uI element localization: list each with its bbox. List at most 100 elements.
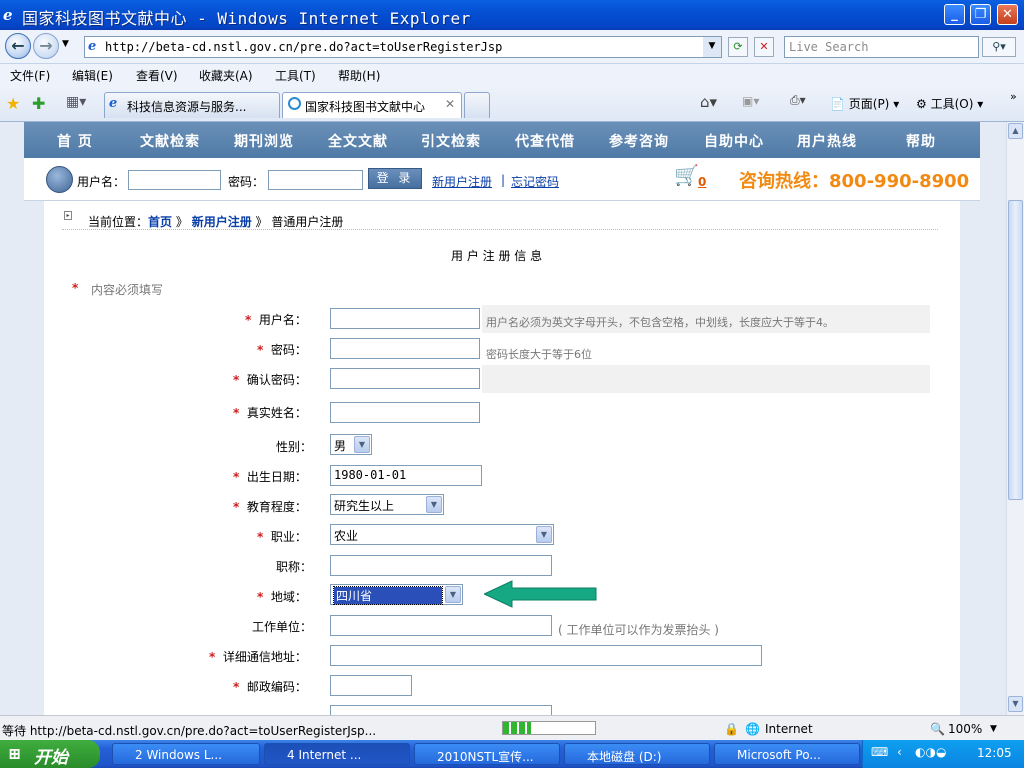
username-label: 用户名： (77, 175, 126, 189)
login-password-input[interactable] (268, 170, 363, 190)
next-input-partial[interactable] (330, 705, 552, 715)
quick-tabs-icon[interactable]: ▦▾ (66, 94, 86, 110)
tools-menu[interactable]: ⚙ 工具(O) ▾ (916, 95, 983, 112)
status-bar: 等待 http://beta-cd.nstl.gov.cn/pre.do?act… (0, 715, 1024, 740)
minimize-button[interactable]: _ (944, 4, 965, 25)
address-input[interactable] (330, 645, 762, 666)
forward-button[interactable]: → (33, 33, 59, 59)
education-select[interactable]: 研究生以上 ▼ (330, 494, 444, 515)
start-button[interactable]: ⊞ 开始 (0, 740, 100, 768)
nav-fulltext[interactable]: 全文文献 (328, 131, 388, 151)
hotline-text: 咨询热线：800-990-8900 (739, 171, 970, 192)
breadcrumb-register-link[interactable]: 新用户注册 (192, 215, 252, 229)
task-windows-live[interactable]: 2 Windows L... (112, 743, 260, 765)
region-field-label: 地域： (270, 590, 307, 604)
chevron-down-icon[interactable]: ▼ (445, 586, 461, 603)
task-folder-2010nstl[interactable]: 2010NSTL宣传... (414, 743, 560, 765)
task-internet-explorer[interactable]: 4 Internet ... (264, 743, 410, 765)
home-icon[interactable]: ⌂▾ (700, 93, 717, 111)
address-bar[interactable]: e http://beta-cd.nstl.gov.cn/pre.do?act=… (84, 36, 722, 58)
menu-edit[interactable]: 编辑(E) (72, 67, 113, 84)
task-powerpoint[interactable]: Microsoft Po... (714, 743, 860, 765)
add-favorite-icon[interactable]: ✚ (32, 94, 45, 113)
stop-icon[interactable]: ✕ (754, 37, 774, 57)
search-input[interactable]: Live Search (784, 36, 979, 58)
tray-expand-icon[interactable]: ‹ (897, 745, 902, 759)
login-button[interactable]: 登 录 (368, 168, 422, 189)
nav-selfservice[interactable]: 自助中心 (704, 131, 764, 151)
gender-select[interactable]: 男 ▼ (330, 434, 372, 455)
zoom-level[interactable]: 100% (948, 722, 982, 736)
window-title: 国家科技图书文献中心 - Windows Internet Explorer (22, 9, 471, 28)
zoom-icon[interactable]: 🔍 (930, 722, 945, 736)
occupation-field-label: 职业： (270, 530, 307, 544)
nav-citation[interactable]: 引文检索 (421, 131, 481, 151)
history-dropdown-icon[interactable]: ▼ (62, 39, 69, 49)
tab-nstl-resources[interactable]: e 科技信息资源与服务... (104, 92, 280, 118)
username-row-label: * 用户名： (245, 313, 307, 327)
chevron-down-icon[interactable]: ▼ (354, 436, 370, 453)
cart-count[interactable]: 0 (698, 175, 706, 189)
menu-tools[interactable]: 工具(T) (275, 67, 316, 84)
chevron-more-icon[interactable]: » (1010, 90, 1017, 103)
cart-icon[interactable]: 🛒 (674, 163, 699, 187)
refresh-icon[interactable]: ⟳ (728, 37, 748, 57)
region-select[interactable]: 四川省 ▼ (330, 584, 463, 605)
birthdate-input[interactable]: 1980-01-01 (330, 465, 482, 486)
address-url[interactable]: http://beta-cd.nstl.gov.cn/pre.do?act=to… (105, 40, 502, 54)
chevron-down-icon[interactable]: ▼ (536, 526, 552, 543)
favorites-star-icon[interactable]: ★ (6, 94, 20, 113)
title-input[interactable] (330, 555, 552, 576)
feeds-icon[interactable]: ▣▾ (742, 94, 759, 108)
password-input[interactable] (330, 338, 480, 359)
maximize-button[interactable]: ❐ (970, 4, 991, 25)
menu-view[interactable]: 查看(V) (136, 67, 178, 84)
chevron-down-icon[interactable]: ▼ (426, 496, 442, 513)
nav-help[interactable]: 帮助 (906, 131, 936, 151)
tray-app-icons[interactable]: ◐◑◒ (915, 745, 946, 759)
password-field-label: 密码： (270, 343, 307, 357)
task-label: 4 Internet ... (287, 748, 362, 762)
nav-journals[interactable]: 期刊浏览 (234, 131, 294, 151)
scroll-thumb[interactable] (1008, 200, 1023, 500)
occupation-select[interactable]: 农业 ▼ (330, 524, 554, 545)
nav-search[interactable]: 文献检索 (140, 131, 200, 151)
realname-input[interactable] (330, 402, 480, 423)
nav-hotline[interactable]: 用户热线 (797, 131, 857, 151)
scroll-down-icon[interactable]: ▼ (1008, 696, 1023, 712)
keyboard-icon[interactable]: ⌨ (871, 745, 888, 759)
menu-file[interactable]: 文件(F) (10, 67, 50, 84)
close-tab-icon[interactable]: ✕ (445, 97, 455, 111)
zoom-dropdown-icon[interactable]: ▼ (990, 724, 997, 734)
tab-nstl-home[interactable]: 国家科技图书文献中心 ✕ (282, 92, 462, 118)
search-icon[interactable]: ⚲▾ (982, 37, 1016, 57)
user-avatar-icon (46, 166, 73, 193)
menu-favorites[interactable]: 收藏夹(A) (199, 67, 253, 84)
close-window-button[interactable]: ✕ (997, 4, 1018, 25)
forgot-password-link[interactable]: 忘记密码 (511, 173, 559, 190)
new-tab-button[interactable] (464, 92, 490, 118)
postcode-input[interactable] (330, 675, 412, 696)
employer-input[interactable] (330, 615, 552, 636)
confirm-password-input[interactable] (330, 368, 480, 389)
vertical-scrollbar[interactable]: ▲ ▼ (1006, 122, 1024, 715)
globe-icon: 🌐 (745, 722, 760, 736)
login-username-input[interactable] (128, 170, 221, 190)
back-button[interactable]: ← (5, 33, 31, 59)
nav-home[interactable]: 首 页 (57, 131, 93, 151)
scroll-up-icon[interactable]: ▲ (1008, 123, 1023, 139)
page-menu[interactable]: 📄 页面(P) ▾ (830, 95, 899, 112)
breadcrumb-home-link[interactable]: 首页 (148, 215, 172, 229)
title-field-label: 职称： (276, 560, 313, 574)
task-label: 2010NSTL宣传... (437, 750, 534, 764)
task-local-disk-d[interactable]: 本地磁盘 (D:) (564, 743, 710, 765)
window-titlebar[interactable]: e 国家科技图书文献中心 - Windows Internet Explorer… (0, 0, 1024, 30)
nav-reference[interactable]: 参考咨询 (609, 131, 669, 151)
address-dropdown-icon[interactable]: ▼ (703, 37, 721, 57)
address-field-label: 详细通信地址： (222, 650, 307, 664)
nav-proxy[interactable]: 代查代借 (515, 131, 575, 151)
menu-help[interactable]: 帮助(H) (338, 67, 380, 84)
register-link[interactable]: 新用户注册 (432, 173, 492, 190)
username-input[interactable] (330, 308, 480, 329)
print-icon[interactable]: ⎙▾ (790, 93, 806, 108)
